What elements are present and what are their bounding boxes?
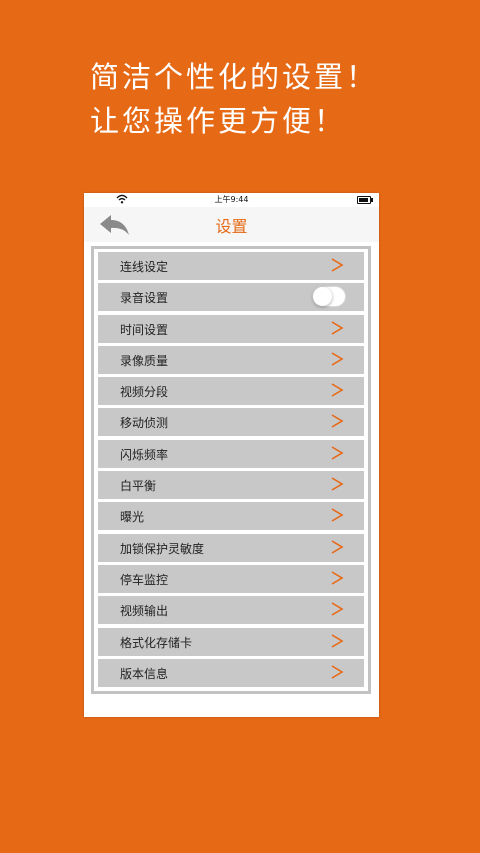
settings-row-label: 闪烁频率 <box>120 447 169 462</box>
settings-row[interactable]: 录像质量 <box>98 345 364 374</box>
chevron-right-icon <box>331 508 344 523</box>
settings-row-label: 移动侦测 <box>120 416 169 431</box>
settings-row-label: 加锁保护灵敏度 <box>120 541 205 556</box>
settings-list: 连线设定录音设置时间设置录像质量视频分段移动侦测闪烁频率白平衡曝光加锁保护灵敏度… <box>98 252 364 690</box>
settings-row[interactable]: 白平衡 <box>98 471 364 500</box>
chevron-right-icon <box>331 539 344 554</box>
recording-toggle-switch[interactable] <box>312 286 346 308</box>
chevron-right-icon <box>331 414 344 429</box>
settings-row[interactable]: 版本信息 <box>98 658 364 687</box>
settings-row[interactable]: 曝光 <box>98 502 364 531</box>
settings-row-label: 白平衡 <box>120 479 157 494</box>
settings-panel: 连线设定录音设置时间设置录像质量视频分段移动侦测闪烁频率白平衡曝光加锁保护灵敏度… <box>91 246 371 694</box>
battery-icon <box>357 196 373 204</box>
page-title: 设置 <box>215 217 248 236</box>
promo-line-2: 让您操作更方便！ <box>90 104 347 138</box>
chevron-right-icon <box>331 571 344 585</box>
settings-row-label: 时间设置 <box>120 322 169 337</box>
chevron-right-icon <box>331 446 344 460</box>
chevron-right-icon <box>331 320 344 335</box>
settings-row[interactable]: 停车监控 <box>98 564 364 593</box>
chevron-right-icon <box>331 258 344 272</box>
settings-row-label: 连线设定 <box>120 260 169 274</box>
chevron-right-icon <box>331 477 344 491</box>
toggle-knob <box>313 287 332 307</box>
chevron-right-icon <box>331 633 344 648</box>
settings-row-label: 视频分段 <box>120 385 169 400</box>
settings-row[interactable]: 视频分段 <box>98 377 364 406</box>
settings-row-label: 停车监控 <box>120 572 169 587</box>
settings-row[interactable]: 加锁保护灵敏度 <box>98 533 364 562</box>
settings-row[interactable]: 时间设置 <box>98 314 364 343</box>
promo-line-1: 简洁个性化的设置！ <box>90 60 379 94</box>
settings-row-label: 录像质量 <box>120 353 169 368</box>
phone-screen: 上午9:44 设置 连线设定录音设置时间设置录像质量视频分段移动侦测闪烁频率白平… <box>84 193 379 717</box>
settings-row-label: 版本信息 <box>120 666 169 681</box>
settings-row-label: 录音设置 <box>120 291 169 306</box>
nav-bar: 设置 <box>84 207 379 242</box>
settings-row[interactable]: 格式化存储卡 <box>98 627 364 656</box>
status-time: 上午9:44 <box>214 195 249 204</box>
settings-row-label: 视频输出 <box>120 604 169 619</box>
status-bar: 上午9:44 <box>84 193 379 207</box>
settings-row[interactable]: 移动侦测 <box>98 408 364 437</box>
settings-row[interactable]: 闪烁频率 <box>98 439 364 468</box>
settings-row[interactable]: 录音设置 <box>98 283 364 312</box>
settings-row-label: 曝光 <box>120 510 145 525</box>
settings-row[interactable]: 连线设定 <box>98 252 364 280</box>
chevron-right-icon <box>331 383 344 397</box>
settings-row-label: 格式化存储卡 <box>120 635 193 650</box>
chevron-right-icon <box>331 665 344 679</box>
settings-row[interactable]: 视频输出 <box>98 596 364 625</box>
chevron-right-icon <box>331 602 344 616</box>
chevron-right-icon <box>331 352 344 366</box>
